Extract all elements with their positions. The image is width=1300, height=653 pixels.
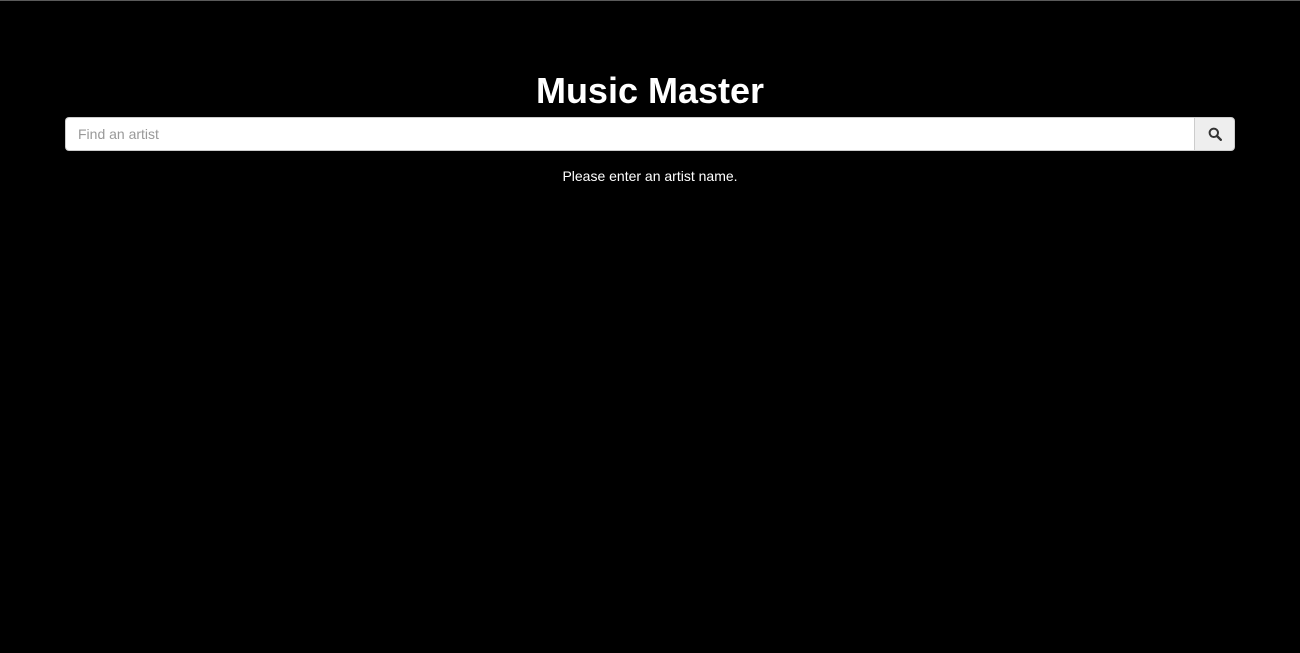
- search-input[interactable]: [65, 117, 1194, 151]
- status-message: Please enter an artist name.: [562, 168, 738, 184]
- search-icon: [1208, 127, 1222, 141]
- app-container: Music Master Please enter an artist name…: [0, 0, 1300, 653]
- search-button[interactable]: [1194, 117, 1235, 151]
- page-title: Music Master: [535, 70, 765, 111]
- search-bar: [65, 117, 1235, 151]
